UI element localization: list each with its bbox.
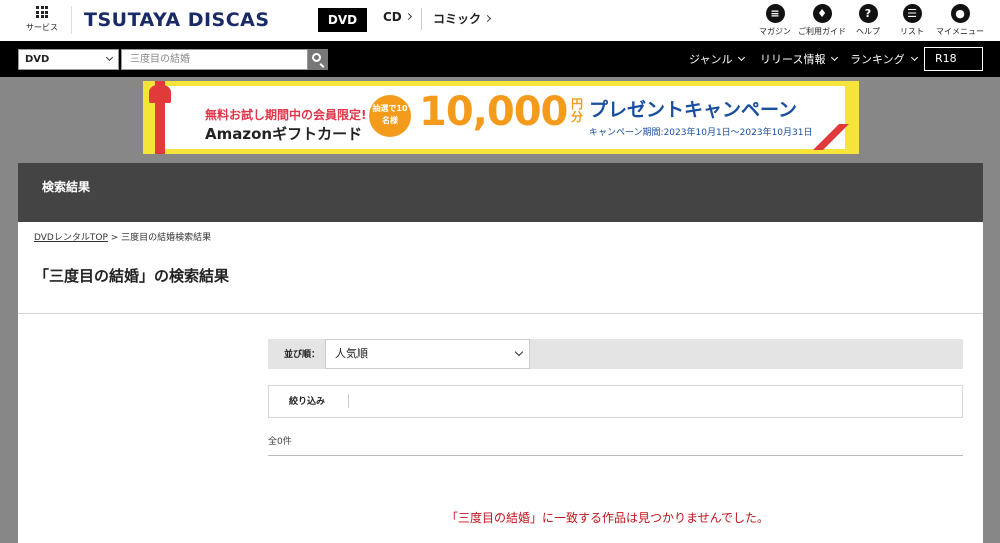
banner-line1: 無料お試し期間中の会員限定! bbox=[205, 108, 367, 122]
list-icon: ☰ bbox=[902, 4, 922, 23]
filter-box bbox=[268, 385, 963, 418]
search-icon bbox=[312, 53, 321, 62]
help-icon: ? bbox=[858, 4, 878, 23]
chevron-right-icon bbox=[404, 12, 412, 21]
banner-badge: 抽選で10名様 bbox=[369, 95, 411, 137]
category-select-value: DVD bbox=[25, 54, 50, 65]
guide-icon: ♦ bbox=[812, 4, 832, 23]
banner-unit: 円分 bbox=[571, 97, 584, 124]
grid-icon bbox=[36, 6, 48, 18]
page-title: 「三度目の結婚」の検索結果 bbox=[34, 267, 230, 285]
results-header: 検索結果 bbox=[18, 163, 983, 222]
section-divider bbox=[18, 313, 983, 314]
filter-button[interactable]: 絞り込み bbox=[289, 394, 325, 407]
nav-tab-cd[interactable]: CD bbox=[383, 10, 412, 24]
ribbon-corner-graphic bbox=[809, 124, 849, 150]
ribbon-bow-icon bbox=[149, 85, 171, 103]
service-label: サービス bbox=[26, 23, 58, 32]
magazine-button[interactable]: ≡ マガジン bbox=[749, 4, 801, 37]
filter-divider bbox=[348, 394, 349, 408]
my-menu-label: マイメニュー bbox=[936, 27, 984, 36]
header-divider bbox=[71, 6, 72, 34]
chevron-down-icon bbox=[514, 347, 524, 357]
nav-divider bbox=[421, 8, 422, 30]
nav-tab-comic[interactable]: コミック bbox=[433, 10, 492, 27]
sort-label: 並び順： bbox=[284, 350, 321, 360]
nav-tab-dvd[interactable]: DVD bbox=[318, 8, 367, 32]
search-button[interactable] bbox=[308, 49, 328, 70]
magazine-label: マガジン bbox=[759, 27, 791, 36]
result-count: 全0件 bbox=[268, 437, 292, 447]
sort-select-value: 人気順 bbox=[335, 347, 368, 360]
genre-menu-label: ジャンル bbox=[689, 53, 733, 66]
my-menu-button[interactable]: ● マイメニュー bbox=[934, 4, 986, 37]
release-menu[interactable]: リリース情報 bbox=[760, 51, 839, 67]
category-select[interactable]: DVD bbox=[18, 49, 119, 70]
guide-label: ご利用ガイド bbox=[798, 27, 846, 36]
banner-line2: Amazonギフトカード bbox=[205, 125, 363, 143]
banner-amount: 10,000 bbox=[419, 89, 568, 135]
ranking-menu-label: ランキング bbox=[850, 53, 905, 66]
release-menu-label: リリース情報 bbox=[760, 53, 826, 66]
breadcrumb-current: 三度目の結婚検索結果 bbox=[121, 233, 212, 243]
chevron-down-icon bbox=[910, 53, 918, 62]
nav-tab-comic-label: コミック bbox=[433, 12, 482, 26]
search-input[interactable]: 三度目の結婚 bbox=[121, 49, 308, 70]
guide-button[interactable]: ♦ ご利用ガイド bbox=[796, 4, 848, 37]
site-logo[interactable]: TSUTAYA DISCAS bbox=[84, 9, 270, 31]
service-menu-button[interactable]: サービス bbox=[22, 6, 62, 33]
banner-period: キャンペーン期間:2023年10月1日〜2023年10月31日 bbox=[589, 128, 813, 138]
r18-menu[interactable]: R18 bbox=[924, 47, 983, 71]
chevron-right-icon bbox=[483, 14, 492, 23]
sort-select[interactable]: 人気順 bbox=[325, 339, 530, 369]
no-result-message: 「三度目の結婚」に一致する作品は見つかりませんでした。 bbox=[446, 511, 770, 525]
list-label: リスト bbox=[900, 27, 924, 36]
breadcrumb: DVDレンタルTOP > 三度目の結婚検索結果 bbox=[34, 230, 211, 243]
user-icon: ● bbox=[950, 4, 970, 23]
breadcrumb-home-link[interactable]: DVDレンタルTOP bbox=[34, 233, 108, 243]
breadcrumb-separator: > bbox=[107, 233, 122, 243]
genre-menu[interactable]: ジャンル bbox=[689, 51, 746, 67]
nav-tab-cd-label: CD bbox=[383, 10, 402, 24]
r18-label: R18 bbox=[935, 52, 957, 65]
banner-title: プレゼントキャンペーン bbox=[589, 99, 798, 121]
magazine-icon: ≡ bbox=[765, 4, 785, 23]
ranking-menu[interactable]: ランキング bbox=[850, 51, 918, 67]
chevron-down-icon bbox=[831, 53, 839, 62]
count-divider bbox=[268, 455, 963, 456]
chevron-down-icon bbox=[105, 53, 114, 62]
list-button[interactable]: ☰ リスト bbox=[886, 4, 938, 37]
chevron-down-icon bbox=[738, 53, 746, 62]
